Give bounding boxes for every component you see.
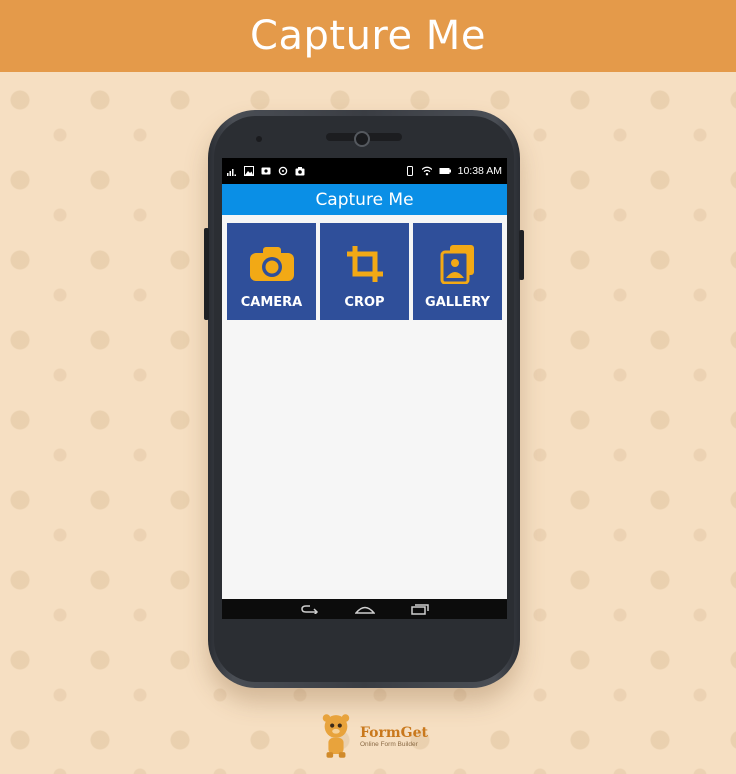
mascot-icon [322,714,350,758]
wifi-icon [421,166,432,176]
camera-button[interactable]: CAMERA [227,223,316,320]
formget-logo: FormGet Online Form Builder [318,710,428,762]
volume-button [204,228,209,320]
logo-tagline: Online Form Builder [359,740,418,748]
home-button[interactable] [354,603,375,615]
recents-icon [410,604,429,615]
app-title: Capture Me [315,189,414,210]
home-icon [354,606,375,614]
camera-icon [249,241,295,287]
gallery-icon [435,241,481,287]
navigation-bar [222,599,507,619]
recents-button[interactable] [410,603,430,615]
battery-icon [439,168,451,174]
header-banner: Capture Me [0,0,736,72]
status-time: 10:38 AM [458,165,502,177]
crop-label: CROP [344,295,385,310]
status-system: 10:38 AM [405,165,502,177]
gallery-button[interactable]: GALLERY [413,223,502,320]
signal-icon [227,169,236,176]
phone-screen: 10:38 AM Capture Me CAMERA CROP GALLERY [222,158,507,619]
logo-text: FormGet Online Form Builder [360,725,428,748]
back-icon [300,605,318,614]
action-grid: CAMERA CROP GALLERY [227,223,502,320]
crop-button[interactable]: CROP [320,223,409,320]
status-bar: 10:38 AM [222,158,507,184]
back-button[interactable] [300,603,320,615]
status-notifications [227,166,305,176]
image-notification-icon [244,166,254,176]
power-button [519,230,524,280]
crop-icon [342,241,388,287]
banner-title: Capture Me [250,13,486,59]
status-time-suffix: AM [486,165,502,177]
camera-notification-icon [295,167,305,176]
camera-label: CAMERA [240,295,303,310]
gallery-notification-icon [261,167,271,175]
vibrate-icon [406,166,413,176]
app-title-bar: Capture Me [222,184,507,215]
gallery-label: GALLERY [425,295,490,310]
status-time-value: 10:38 [457,165,484,177]
logo-name: FormGet [359,724,428,741]
proximity-sensor [256,136,262,142]
front-camera [354,131,370,147]
sync-icon [278,166,288,176]
